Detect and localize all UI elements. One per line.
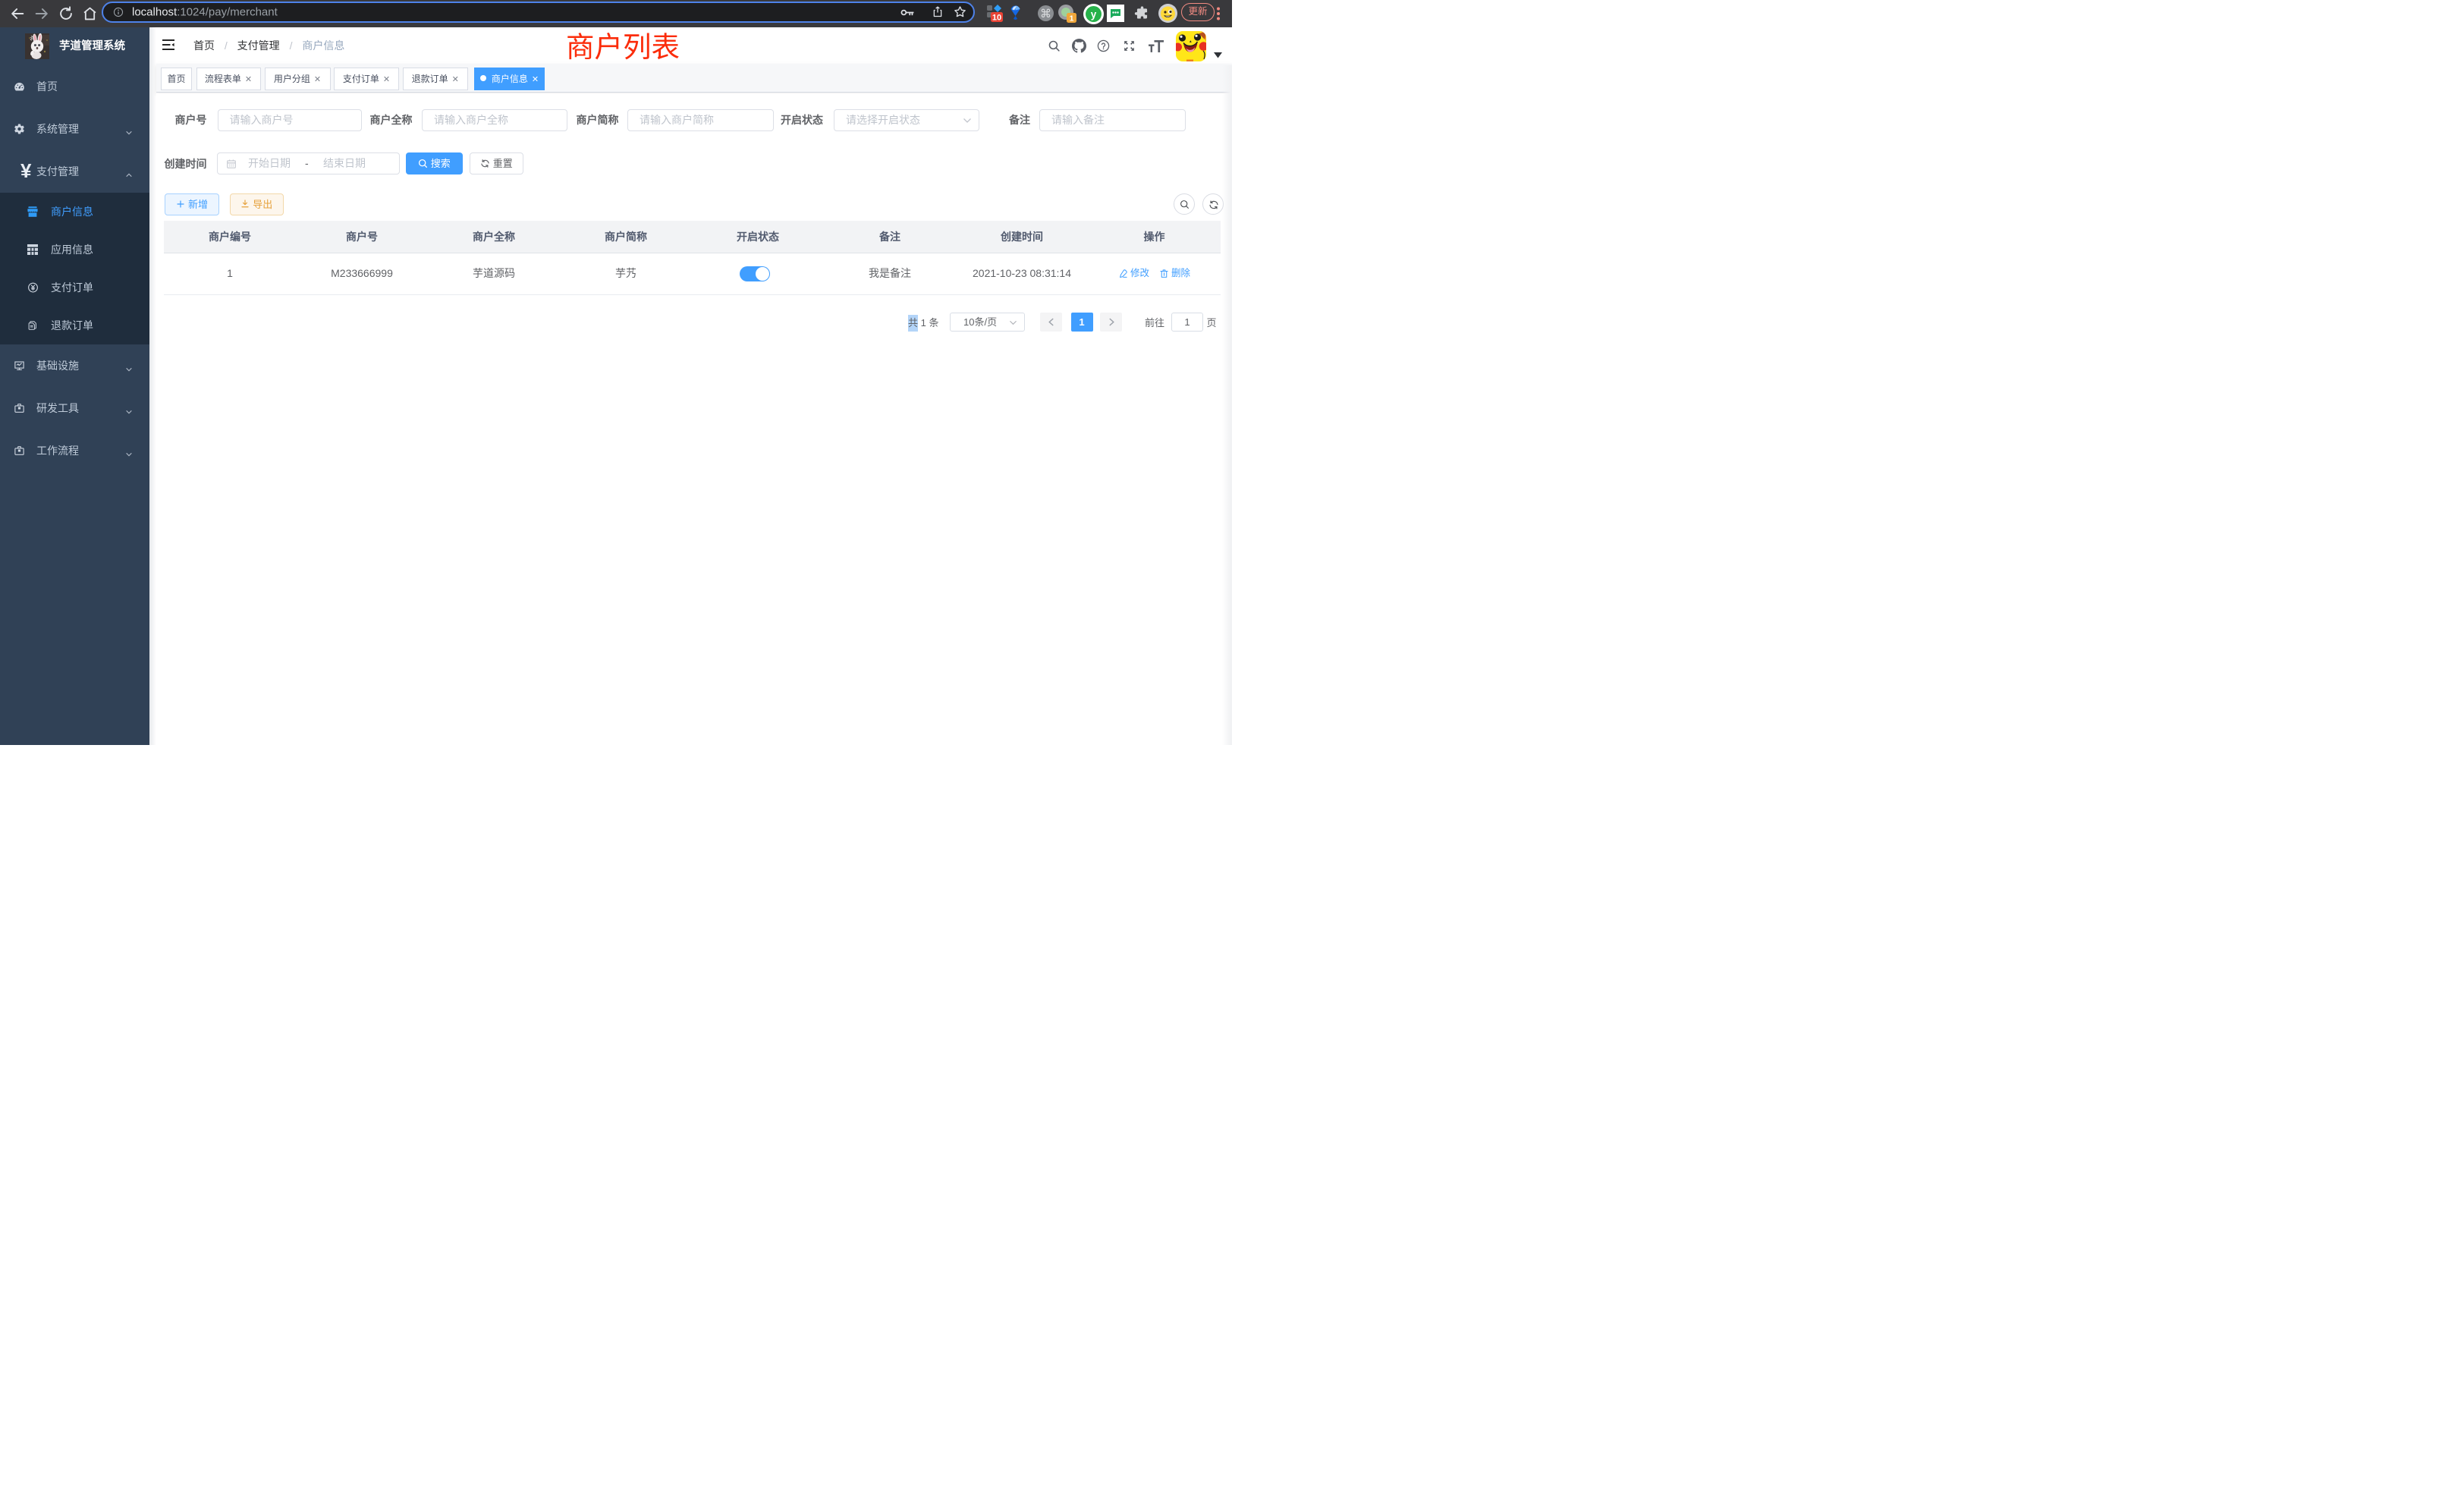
- svg-text:10: 10: [992, 14, 1001, 23]
- svg-text:y: y: [1091, 8, 1097, 20]
- svg-text:1: 1: [1070, 14, 1074, 24]
- svg-text:⌘: ⌘: [1040, 8, 1051, 20]
